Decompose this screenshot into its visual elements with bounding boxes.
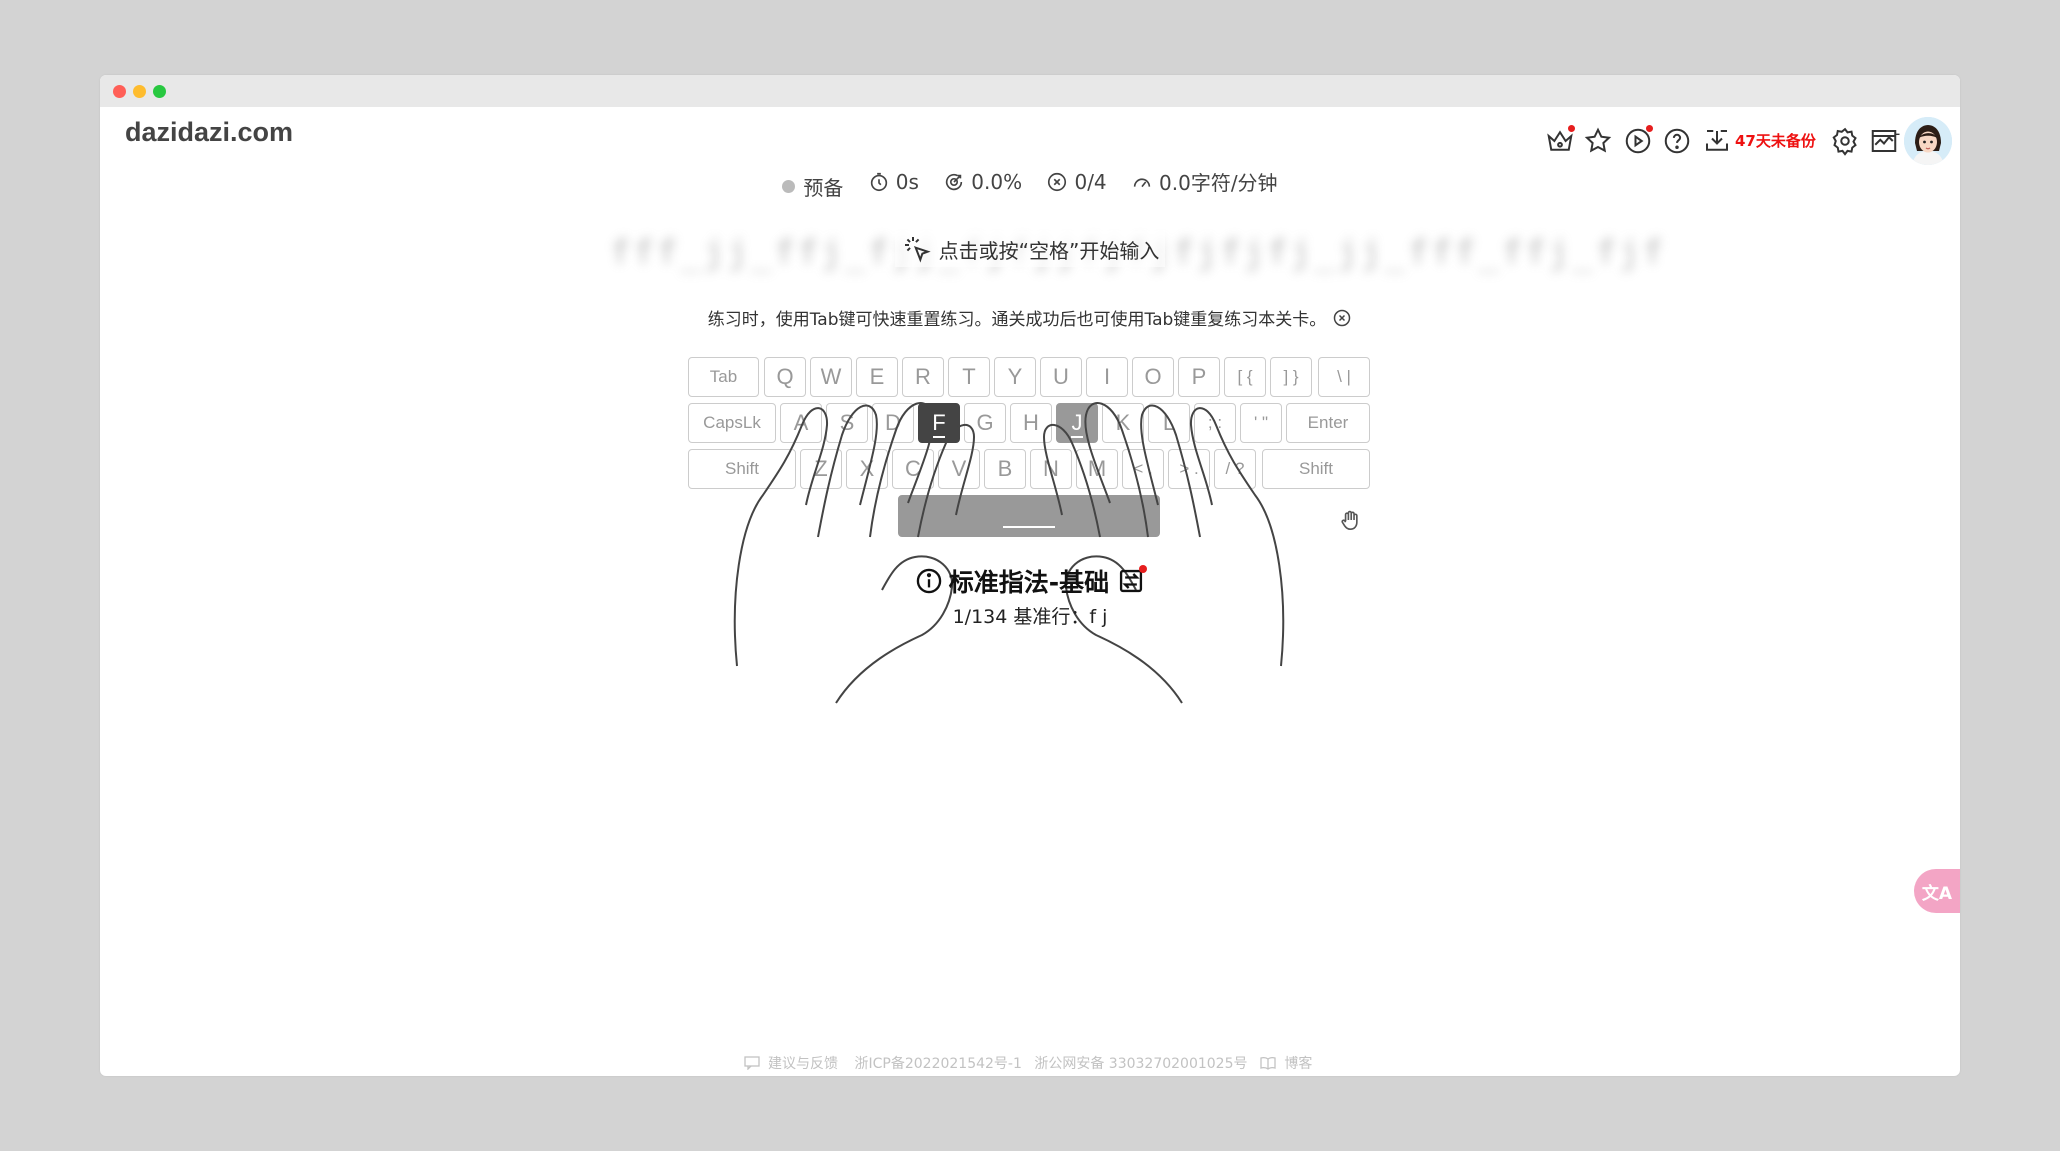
timer-icon bbox=[870, 172, 887, 191]
key-x[interactable]: X bbox=[846, 449, 888, 489]
key-semicolon[interactable]: ; : bbox=[1194, 403, 1236, 443]
key-v[interactable]: V bbox=[938, 449, 980, 489]
key-c[interactable]: C bbox=[892, 449, 934, 489]
key-u[interactable]: U bbox=[1040, 357, 1082, 397]
virtual-keyboard: Tab Q W E R T Y U I O P [ { ] } \ | Caps… bbox=[688, 357, 1374, 537]
key-r[interactable]: R bbox=[902, 357, 944, 397]
key-z[interactable]: Z bbox=[800, 449, 842, 489]
minimize-window-button[interactable] bbox=[133, 85, 146, 98]
gear-icon bbox=[1832, 127, 1857, 156]
key-bracket-left[interactable]: [ { bbox=[1224, 357, 1266, 397]
info-icon[interactable] bbox=[915, 567, 943, 595]
key-h[interactable]: H bbox=[1010, 403, 1052, 443]
key-l[interactable]: L bbox=[1148, 403, 1190, 443]
key-y[interactable]: Y bbox=[994, 357, 1036, 397]
key-capslock[interactable]: CapsLk bbox=[688, 403, 776, 443]
key-j[interactable]: J bbox=[1056, 403, 1098, 443]
key-comma[interactable]: < , bbox=[1122, 449, 1164, 489]
key-b[interactable]: B bbox=[984, 449, 1026, 489]
feedback-icon bbox=[743, 1056, 760, 1071]
key-p[interactable]: P bbox=[1178, 357, 1220, 397]
site-logo[interactable]: dazidazi.com bbox=[125, 117, 293, 148]
footer-police[interactable]: 浙公网安备 33032702001025号 bbox=[1034, 1056, 1247, 1072]
key-tab[interactable]: Tab bbox=[688, 357, 759, 397]
key-n[interactable]: N bbox=[1030, 449, 1072, 489]
speedometer-icon bbox=[1133, 177, 1151, 187]
lesson-progress: 1/134 基准行：f j bbox=[952, 606, 1108, 628]
key-shift-right[interactable]: Shift bbox=[1262, 449, 1370, 489]
click-cursor-icon bbox=[904, 237, 931, 263]
status-bar: 预备 0s 0.0% 0/4 0.0字符/分钟 bbox=[100, 167, 1960, 201]
key-w[interactable]: W bbox=[810, 357, 852, 397]
key-space[interactable] bbox=[898, 495, 1160, 537]
key-quote[interactable]: ' " bbox=[1240, 403, 1282, 443]
hand-toggle-icon[interactable] bbox=[1338, 507, 1364, 533]
key-backslash[interactable]: \ | bbox=[1318, 357, 1370, 397]
video-button[interactable] bbox=[1618, 113, 1658, 169]
avatar-icon bbox=[1904, 117, 1952, 165]
key-t[interactable]: T bbox=[948, 357, 990, 397]
crown-button[interactable] bbox=[1540, 113, 1580, 169]
footer-feedback[interactable]: 建议与反馈 bbox=[743, 1056, 842, 1072]
user-avatar[interactable] bbox=[1904, 117, 1952, 165]
key-enter[interactable]: Enter bbox=[1286, 403, 1370, 443]
key-period[interactable]: > . bbox=[1168, 449, 1210, 489]
footer: 建议与反馈 浙ICP备2022021542号-1 浙公网安备 330327020… bbox=[100, 1053, 1960, 1073]
translate-button[interactable]: 文A bbox=[1914, 869, 1960, 913]
star-icon bbox=[1584, 127, 1612, 153]
book-icon bbox=[1260, 1057, 1276, 1070]
start-hint[interactable]: 点击或按“空格”开始输入 bbox=[100, 231, 1960, 270]
tab-tip: 练习时，使用Tab键可快速重置练习。通关成功后也可使用Tab键重复练习本关卡。 bbox=[100, 305, 1960, 330]
key-m[interactable]: M bbox=[1076, 449, 1118, 489]
error-circle-icon bbox=[1048, 172, 1067, 191]
help-button[interactable] bbox=[1657, 113, 1697, 169]
close-window-button[interactable] bbox=[113, 85, 126, 98]
window-titlebar bbox=[100, 75, 1960, 107]
key-e[interactable]: E bbox=[856, 357, 898, 397]
key-g[interactable]: G bbox=[964, 403, 1006, 443]
key-k[interactable]: K bbox=[1102, 403, 1144, 443]
favorite-button[interactable] bbox=[1578, 113, 1618, 169]
maximize-window-button[interactable] bbox=[153, 85, 166, 98]
key-q[interactable]: Q bbox=[764, 357, 806, 397]
status-state: 预备 bbox=[782, 172, 843, 201]
footer-icp[interactable]: 浙ICP备2022021542号-1 bbox=[855, 1056, 1022, 1072]
backup-button[interactable] bbox=[1697, 113, 1737, 169]
browser-window: dazidazi.com 47天未备份 预备 0s 0.0% 0/4 0.0字符… bbox=[100, 75, 1960, 1076]
help-icon bbox=[1664, 128, 1690, 154]
status-time: 0s bbox=[868, 170, 919, 194]
status-dot-icon bbox=[782, 179, 796, 193]
status-accuracy: 0.0% bbox=[943, 170, 1022, 194]
key-s[interactable]: S bbox=[826, 403, 868, 443]
key-o[interactable]: O bbox=[1132, 357, 1174, 397]
target-icon bbox=[946, 173, 963, 190]
close-tip-icon[interactable] bbox=[1332, 308, 1352, 328]
status-speed: 0.0字符/分钟 bbox=[1131, 167, 1278, 196]
top-toolbar: 47天未备份 bbox=[1540, 113, 1960, 173]
key-bracket-right[interactable]: ] } bbox=[1270, 357, 1312, 397]
backup-warning[interactable]: 47天未备份 bbox=[1735, 130, 1816, 151]
key-shift-left[interactable]: Shift bbox=[688, 449, 796, 489]
footer-blog[interactable]: 博客 bbox=[1260, 1056, 1316, 1072]
status-errors: 0/4 bbox=[1046, 170, 1107, 194]
lesson-title: 标准指法-基础 bbox=[100, 563, 1960, 601]
key-f[interactable]: F bbox=[918, 403, 960, 443]
download-icon bbox=[1706, 130, 1728, 151]
key-slash[interactable]: / ? bbox=[1214, 449, 1256, 489]
key-a[interactable]: A bbox=[780, 403, 822, 443]
key-d[interactable]: D bbox=[872, 403, 914, 443]
key-i[interactable]: I bbox=[1086, 357, 1128, 397]
settings-button[interactable] bbox=[1825, 113, 1865, 169]
